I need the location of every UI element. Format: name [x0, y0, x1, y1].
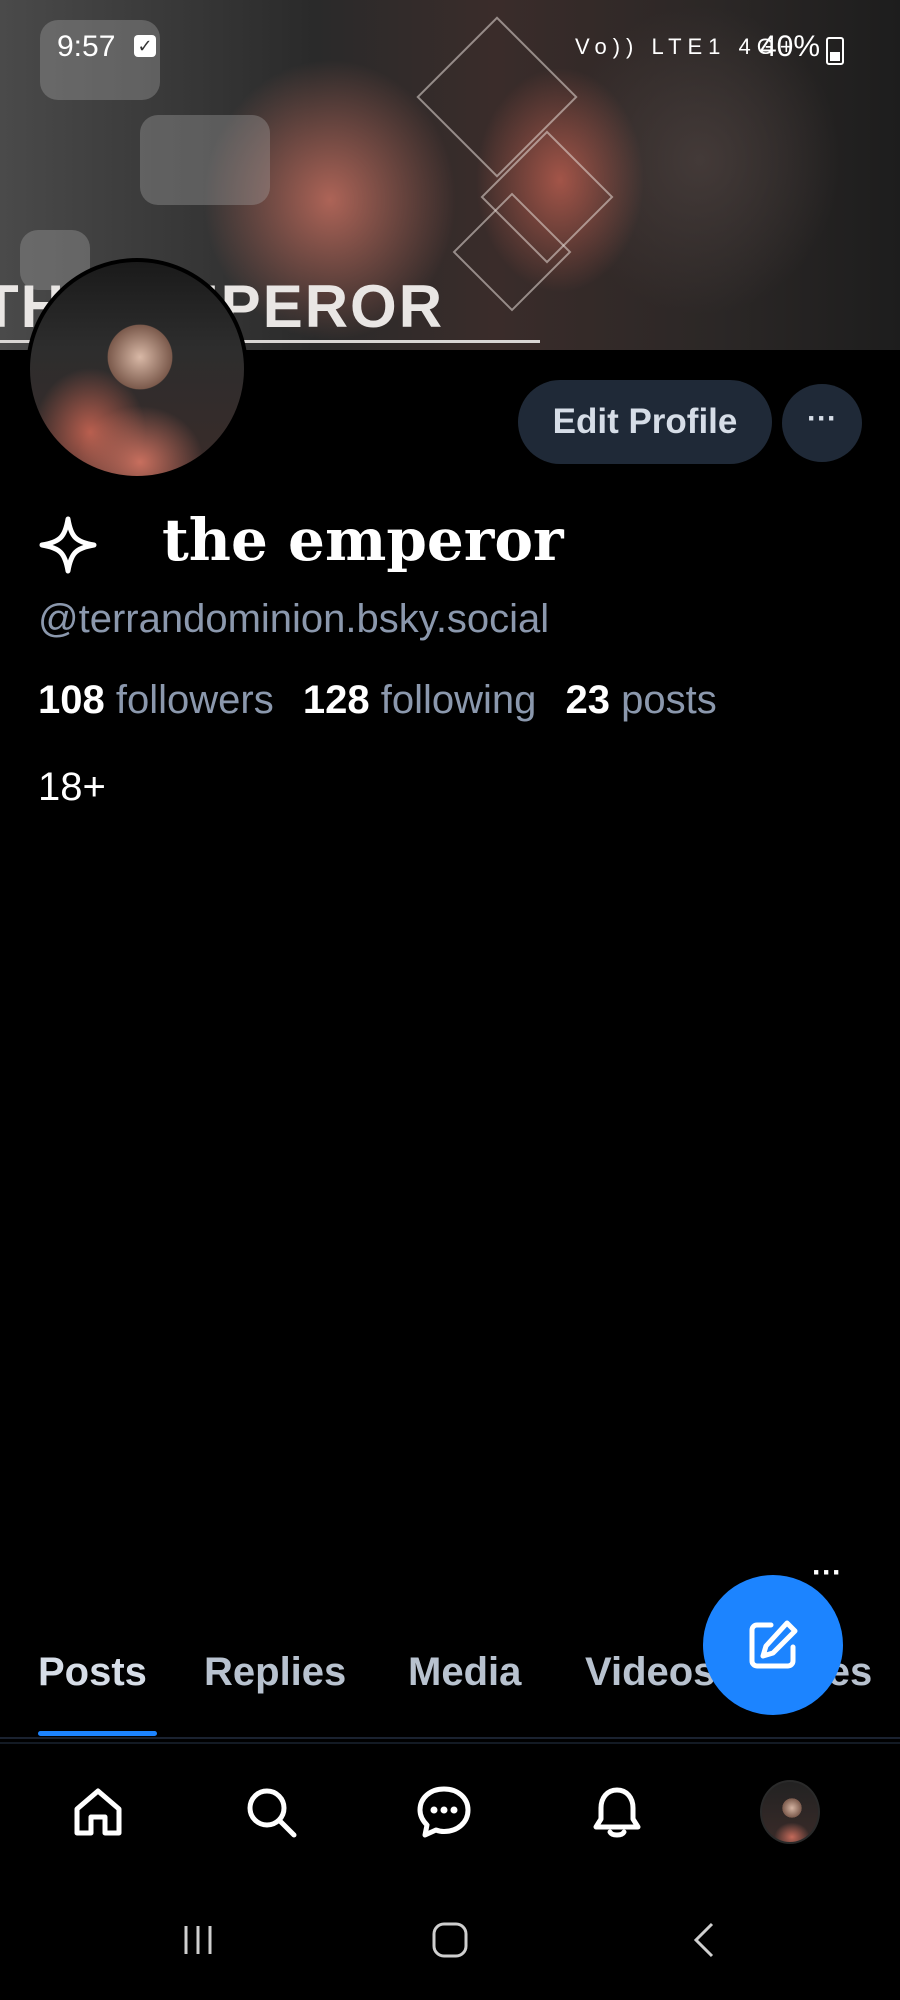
chat-icon[interactable] [414, 1782, 474, 1842]
followers-link[interactable]: 108 followers [38, 678, 303, 722]
edit-profile-button[interactable]: Edit Profile [518, 380, 772, 464]
followers-label: followers [115, 678, 274, 722]
content-label: 18+ [38, 765, 106, 809]
profile-avatar[interactable] [26, 258, 248, 480]
tab-replies[interactable]: Replies [204, 1650, 346, 1695]
profile-tab-avatar[interactable] [760, 1780, 820, 1844]
bell-icon[interactable] [587, 1782, 647, 1842]
tab-videos[interactable]: Videos [585, 1650, 715, 1695]
tab-media[interactable]: Media [408, 1650, 521, 1695]
posts-count: 23 [565, 678, 611, 722]
status-time: 9:57 [57, 30, 116, 63]
bottom-nav [0, 1742, 900, 1886]
checkbox-notification-icon: ✓ [134, 35, 156, 57]
following-label: following [380, 678, 537, 722]
system-nav-bar [0, 1886, 900, 2000]
tab-posts[interactable]: Posts [38, 1650, 147, 1695]
compose-button[interactable] [703, 1575, 843, 1715]
compose-icon [749, 1620, 798, 1669]
battery-icon [826, 37, 844, 65]
home-button-icon[interactable] [430, 1920, 470, 1965]
status-bar: 9:57 ✓ Vo)) LTE1 4G+ 40% [0, 0, 900, 100]
recent-apps-icon[interactable] [180, 1920, 220, 1965]
display-name: the emperor [162, 506, 564, 574]
followers-count: 108 [38, 678, 105, 722]
profile-stats: 108 followers 128 following 23 posts [38, 678, 735, 723]
home-icon[interactable] [68, 1782, 128, 1842]
following-link[interactable]: 128 following [303, 678, 566, 722]
floating-more-button[interactable]: ··· [812, 1556, 842, 1590]
more-options-button[interactable]: ··· [782, 384, 862, 462]
following-count: 128 [302, 678, 370, 722]
battery-percent: 40% [760, 30, 821, 63]
back-icon[interactable] [686, 1920, 726, 1965]
sparkle-icon [38, 515, 98, 580]
user-handle[interactable]: @terrandominion.bsky.social [38, 597, 549, 642]
active-tab-indicator [38, 1731, 157, 1736]
avatar [760, 1780, 820, 1844]
tabs-divider [0, 1737, 900, 1739]
posts-label: posts [621, 678, 717, 722]
search-icon[interactable] [241, 1782, 301, 1842]
banner-art [140, 115, 270, 205]
posts-stat: 23 posts [566, 678, 735, 722]
